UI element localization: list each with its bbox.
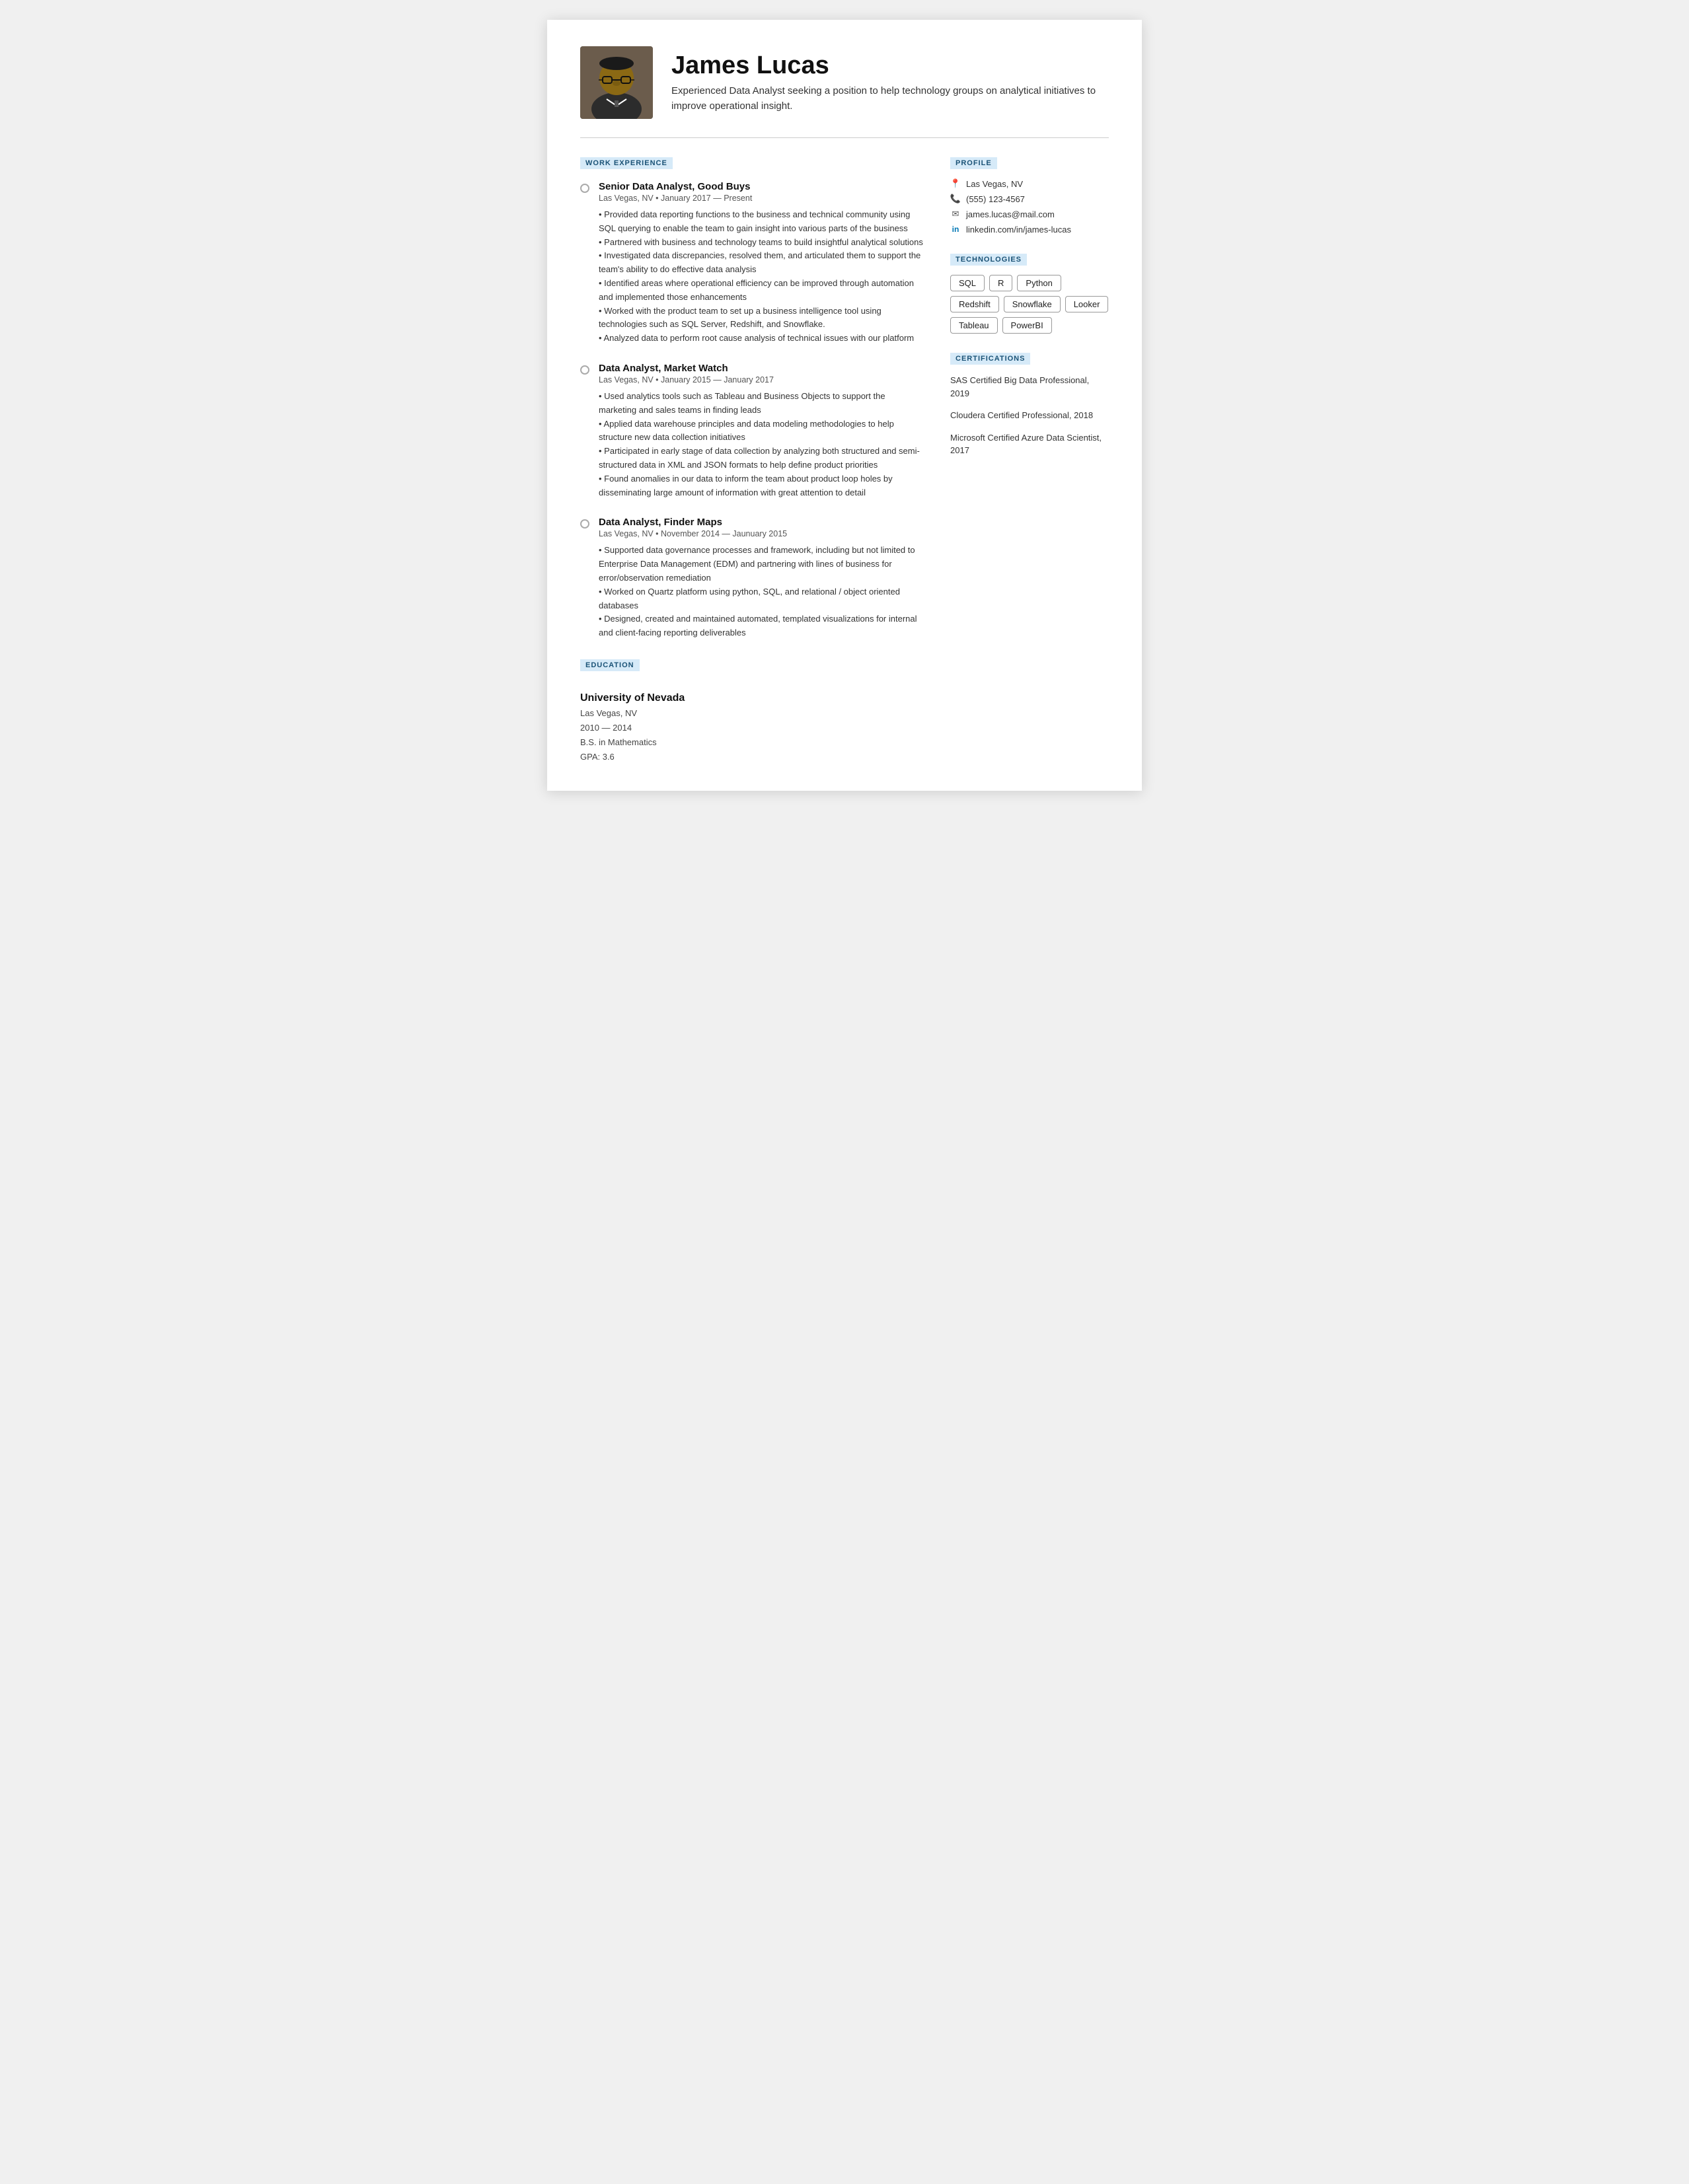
job-title-1: Senior Data Analyst, Good Buys (599, 181, 924, 192)
education-section: EDUCATION University of Nevada Las Vegas… (580, 659, 924, 764)
avatar (580, 46, 653, 119)
certifications-label: CERTIFICATIONS (950, 353, 1030, 365)
candidate-name: James Lucas (671, 52, 1109, 80)
phone-icon: 📞 (950, 194, 961, 204)
education-label: EDUCATION (580, 659, 640, 671)
location-icon: 📍 (950, 178, 961, 189)
profile-email: ✉ james.lucas@mail.com (950, 209, 1109, 219)
job-item-1: Senior Data Analyst, Good Buys Las Vegas… (580, 181, 924, 346)
tech-redshift: Redshift (950, 296, 999, 312)
tech-looker: Looker (1065, 296, 1109, 312)
tech-r: R (989, 275, 1012, 291)
resume-container: James Lucas Experienced Data Analyst see… (547, 20, 1142, 791)
cert-3: Microsoft Certified Azure Data Scientist… (950, 431, 1109, 457)
profile-phone: 📞 (555) 123-4567 (950, 194, 1109, 204)
profile-linkedin-text: linkedin.com/in/james-lucas (966, 225, 1071, 235)
job-title-3: Data Analyst, Finder Maps (599, 517, 924, 528)
profile-section: PROFILE 📍 Las Vegas, NV 📞 (555) 123-4567… (950, 157, 1109, 235)
job-bullet-1 (580, 184, 589, 193)
profile-location-text: Las Vegas, NV (966, 179, 1023, 189)
job-desc-2: • Used analytics tools such as Tableau a… (599, 390, 924, 499)
job-title-2: Data Analyst, Market Watch (599, 363, 924, 374)
technologies-section: TECHNOLOGIES SQL R Python Redshift Snowf… (950, 253, 1109, 334)
profile-phone-text: (555) 123-4567 (966, 194, 1025, 204)
cert-2: Cloudera Certified Professional, 2018 (950, 409, 1109, 422)
main-content: WORK EXPERIENCE Senior Data Analyst, Goo… (580, 157, 1109, 764)
tech-powerbi: PowerBI (1002, 317, 1052, 334)
work-experience-section: WORK EXPERIENCE Senior Data Analyst, Goo… (580, 157, 924, 640)
certifications-section: CERTIFICATIONS SAS Certified Big Data Pr… (950, 352, 1109, 457)
edu-location: Las Vegas, NV (580, 706, 924, 721)
job-item-2: Data Analyst, Market Watch Las Vegas, NV… (580, 363, 924, 499)
edu-gpa: GPA: 3.6 (580, 750, 924, 764)
job-meta-1: Las Vegas, NV • January 2017 — Present (599, 194, 924, 203)
profile-label: PROFILE (950, 157, 997, 169)
job-bullet-2 (580, 365, 589, 375)
header-divider (580, 137, 1109, 138)
tech-python: Python (1017, 275, 1061, 291)
job-item-3: Data Analyst, Finder Maps Las Vegas, NV … (580, 517, 924, 640)
linkedin-icon: in (950, 224, 961, 235)
tech-tableau: Tableau (950, 317, 998, 334)
job-bullet-3 (580, 519, 589, 528)
header-text: James Lucas Experienced Data Analyst see… (671, 52, 1109, 114)
cert-1: SAS Certified Big Data Professional, 201… (950, 374, 1109, 400)
edu-years: 2010 — 2014 (580, 721, 924, 735)
tech-sql: SQL (950, 275, 985, 291)
work-experience-label: WORK EXPERIENCE (580, 157, 673, 169)
job-content-3: Data Analyst, Finder Maps Las Vegas, NV … (599, 517, 924, 640)
technologies-label: TECHNOLOGIES (950, 254, 1027, 266)
profile-email-text: james.lucas@mail.com (966, 209, 1055, 219)
tech-grid: SQL R Python Redshift Snowflake Looker T… (950, 275, 1109, 334)
job-meta-2: Las Vegas, NV • January 2015 — January 2… (599, 375, 924, 384)
edu-school: University of Nevada (580, 692, 924, 704)
job-desc-3: • Supported data governance processes an… (599, 544, 924, 640)
job-content-2: Data Analyst, Market Watch Las Vegas, NV… (599, 363, 924, 499)
job-meta-3: Las Vegas, NV • November 2014 — Jaunuary… (599, 529, 924, 538)
profile-location: 📍 Las Vegas, NV (950, 178, 1109, 189)
edu-degree: B.S. in Mathematics (580, 735, 924, 750)
tech-snowflake: Snowflake (1004, 296, 1061, 312)
right-column: PROFILE 📍 Las Vegas, NV 📞 (555) 123-4567… (950, 157, 1109, 764)
job-desc-1: • Provided data reporting functions to t… (599, 208, 924, 346)
left-column: WORK EXPERIENCE Senior Data Analyst, Goo… (580, 157, 924, 764)
email-icon: ✉ (950, 209, 961, 219)
job-content-1: Senior Data Analyst, Good Buys Las Vegas… (599, 181, 924, 346)
candidate-summary: Experienced Data Analyst seeking a posit… (671, 84, 1109, 114)
header-section: James Lucas Experienced Data Analyst see… (580, 46, 1109, 119)
profile-linkedin: in linkedin.com/in/james-lucas (950, 224, 1109, 235)
